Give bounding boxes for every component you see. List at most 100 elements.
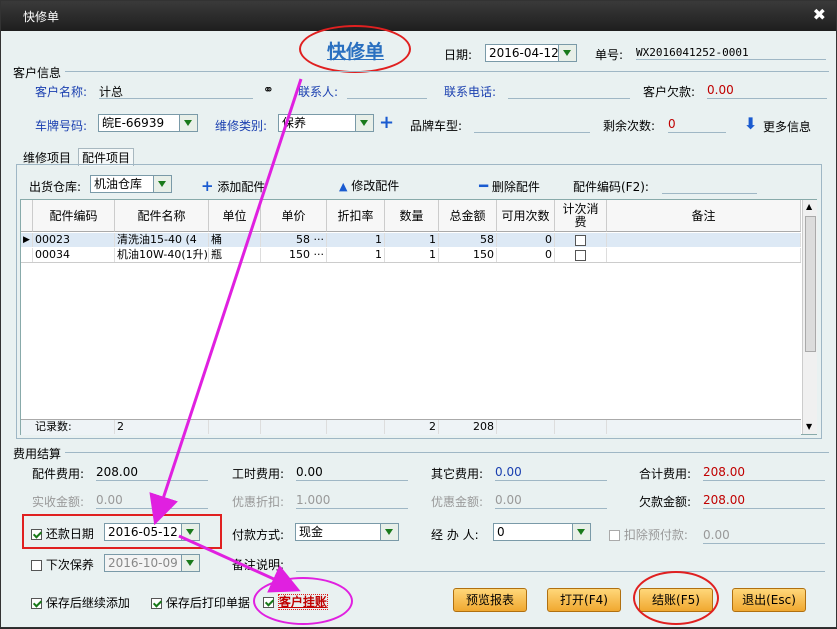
remark-field[interactable] [296,556,825,572]
delete-part-label: 删除配件 [491,180,540,194]
cell-unit[interactable]: 桶 [209,233,261,247]
cell-code[interactable]: 00023 [33,233,115,247]
cell-count-consume[interactable] [555,248,607,262]
col-header[interactable]: 数量 [385,200,439,232]
chevron-down-icon[interactable] [572,524,590,540]
part-code-field[interactable] [662,178,757,194]
continue-add-option[interactable]: 保存后继续添加 [31,594,130,611]
ellipsis-icon[interactable]: ··· [314,248,325,261]
chevron-down-icon[interactable] [181,555,199,571]
handler-select[interactable]: 0 [493,523,591,541]
chevron-down-icon[interactable] [179,115,197,131]
add-repair-type-icon[interactable]: + [379,112,394,133]
col-header[interactable]: 配件编码 [33,200,115,232]
date-picker[interactable]: 2016-04-12 [485,44,577,62]
col-header[interactable]: 单位 [209,200,261,232]
quick-repair-window: 快修单 ✖ 快修单 日期: 2016-04-12 单号: WX201604125… [0,0,837,628]
next-maintenance-option[interactable]: 下次保养 [31,556,94,573]
chevron-down-icon[interactable] [380,524,398,540]
chevron-down-icon[interactable] [355,115,373,131]
table-row[interactable]: ▶ 00023 清洗油15-40 (4 桶 58 ··· 1 1 58 0 [21,233,801,247]
col-header[interactable]: 单价 [261,200,327,232]
print-after-save-checkbox[interactable] [151,598,162,609]
cell-qty[interactable]: 1 [385,248,439,262]
discount-label: 优惠折扣: [232,495,285,509]
repay-date-checkbox[interactable] [31,529,42,540]
count-consume-checkbox[interactable] [575,249,586,261]
scroll-up-icon[interactable]: ▲ [806,202,812,211]
deduct-prepay-checkbox[interactable] [609,530,620,541]
cell-discount[interactable]: 1 [327,248,385,262]
deduct-prepay-label: 扣除预付款: [623,528,688,542]
discount-amount-value: 0.00 [495,493,607,509]
customer-name-field[interactable]: 计总 [99,83,253,99]
cell-note[interactable] [607,233,801,247]
print-after-save-option[interactable]: 保存后打印单据 [151,594,250,611]
arrow-down-icon[interactable]: ⬇ [744,114,757,133]
open-button[interactable]: 打开(F4) [547,588,621,612]
cell-count-consume[interactable] [555,233,607,247]
delete-part-button[interactable]: ━ 删除配件 [479,177,540,195]
brand-label: 品牌车型: [410,119,463,133]
parts-fee-label: 配件费用: [32,467,85,481]
contact-field[interactable] [347,83,427,99]
labor-fee-label: 工时费用: [232,467,285,481]
cell-note[interactable] [607,248,801,262]
close-icon[interactable]: ✖ [813,5,826,24]
col-header[interactable]: 备注 [607,200,801,232]
grid-scrollbar[interactable]: ▲ ▼ [802,200,817,434]
other-fee-value[interactable]: 0.00 [495,465,607,481]
repair-type-select[interactable]: 保养 [278,114,374,132]
scroll-down-icon[interactable]: ▼ [806,422,812,431]
edit-part-button[interactable]: ▲ 修改配件 [339,177,399,194]
next-maintenance-label: 下次保养 [45,558,94,572]
total-fee-value: 208.00 [703,465,825,481]
phone-label: 联系电话: [444,85,497,99]
next-maintenance-picker[interactable]: 2016-10-09 [104,554,200,572]
repay-date-picker[interactable]: 2016-05-12 [104,523,200,541]
cell-discount[interactable]: 1 [327,233,385,247]
exit-button[interactable]: 退出(Esc) [732,588,806,612]
deduct-prepay-option[interactable]: 扣除预付款: [609,526,688,543]
more-info-link[interactable]: 更多信息 [763,118,811,135]
chevron-down-icon[interactable] [558,45,576,61]
cell-unit[interactable]: 瓶 [209,248,261,262]
col-header[interactable]: 可用次数 [497,200,555,232]
cell-qty[interactable]: 1 [385,233,439,247]
col-header[interactable]: 总金额 [439,200,497,232]
customer-section-label: 客户信息 [13,66,62,80]
repay-date-option[interactable]: 还款日期 [31,525,94,542]
cell-name[interactable]: 机油10W-40(1升) [115,248,209,262]
count-consume-checkbox[interactable] [575,234,586,246]
labor-fee-value: 0.00 [296,465,408,481]
order-no-label: 单号: [595,48,624,62]
col-header[interactable]: 折扣率 [327,200,385,232]
binoculars-icon[interactable]: ⚭ [263,83,274,98]
continue-add-checkbox[interactable] [31,598,42,609]
pay-method-select[interactable]: 现金 [295,523,399,541]
warehouse-select[interactable]: 机油仓库 [90,175,172,193]
cell-code[interactable]: 00034 [33,248,115,262]
col-header[interactable]: 配件名称 [115,200,209,232]
ellipsis-icon[interactable]: ··· [314,233,325,246]
cell-uses: 0 [497,233,555,247]
plate-label: 车牌号码: [35,119,88,133]
cell-price[interactable]: 58 ··· [261,233,327,247]
form-title-annotation [299,25,411,73]
table-row[interactable]: 00034 机油10W-40(1升) 瓶 150 ··· 1 1 150 0 [21,248,801,262]
add-part-button[interactable]: + 添加配件 [201,177,265,195]
phone-field[interactable] [508,83,630,99]
cell-price[interactable]: 150 ··· [261,248,327,262]
scroll-thumb[interactable] [805,216,816,352]
brand-field[interactable] [474,117,590,133]
repay-date-label: 还款日期 [45,527,94,541]
plate-select[interactable]: 皖E-66939 [98,114,198,132]
chevron-down-icon[interactable] [181,524,199,540]
col-header[interactable]: 计次消费 [555,200,607,232]
next-maintenance-checkbox[interactable] [31,560,42,571]
date-label: 日期: [444,48,473,62]
preview-report-button[interactable]: 预览报表 [453,588,527,612]
chevron-down-icon[interactable] [153,176,171,192]
cell-name[interactable]: 清洗油15-40 (4 [115,233,209,247]
cell-uses: 0 [497,248,555,262]
